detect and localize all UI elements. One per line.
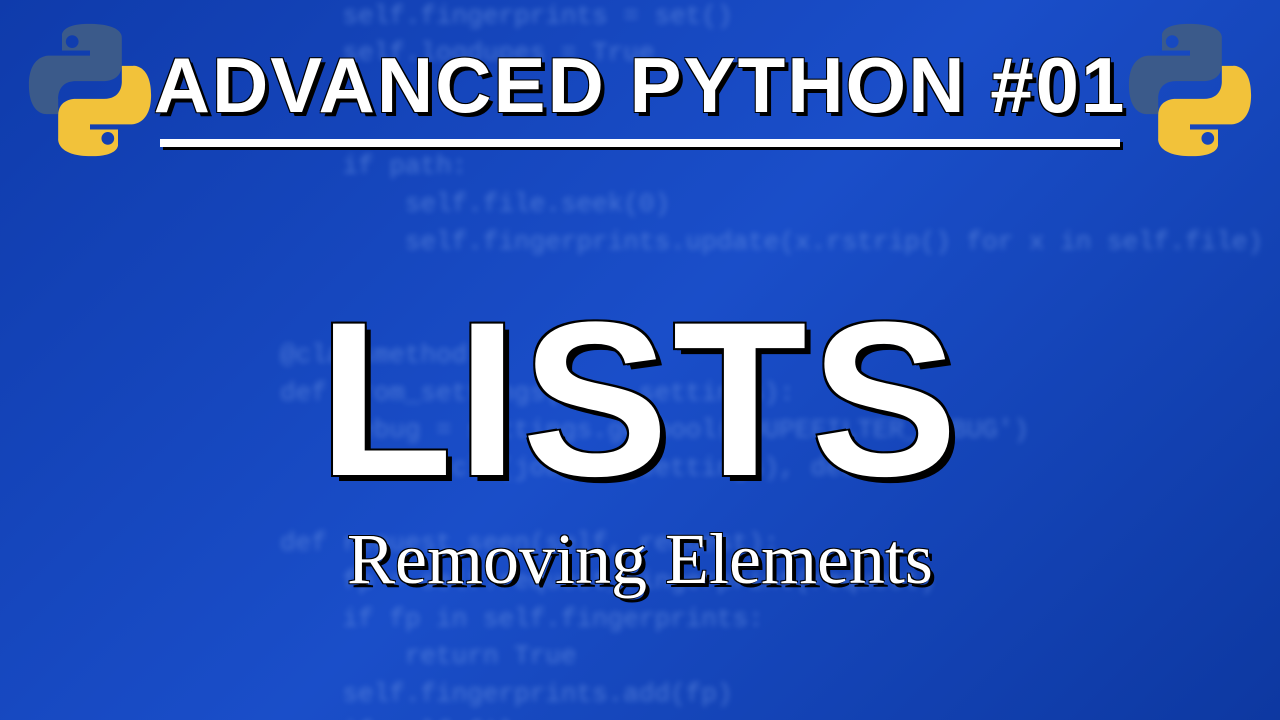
- topic-subtitle: Removing Elements: [318, 518, 961, 601]
- topic-title: LISTS: [318, 300, 961, 498]
- series-title: ADVANCED PYTHON #01: [100, 40, 1180, 131]
- header-banner: ADVANCED PYTHON #01: [100, 40, 1180, 147]
- header-underline: [160, 139, 1120, 147]
- topic-block: LISTS Removing Elements: [318, 300, 961, 601]
